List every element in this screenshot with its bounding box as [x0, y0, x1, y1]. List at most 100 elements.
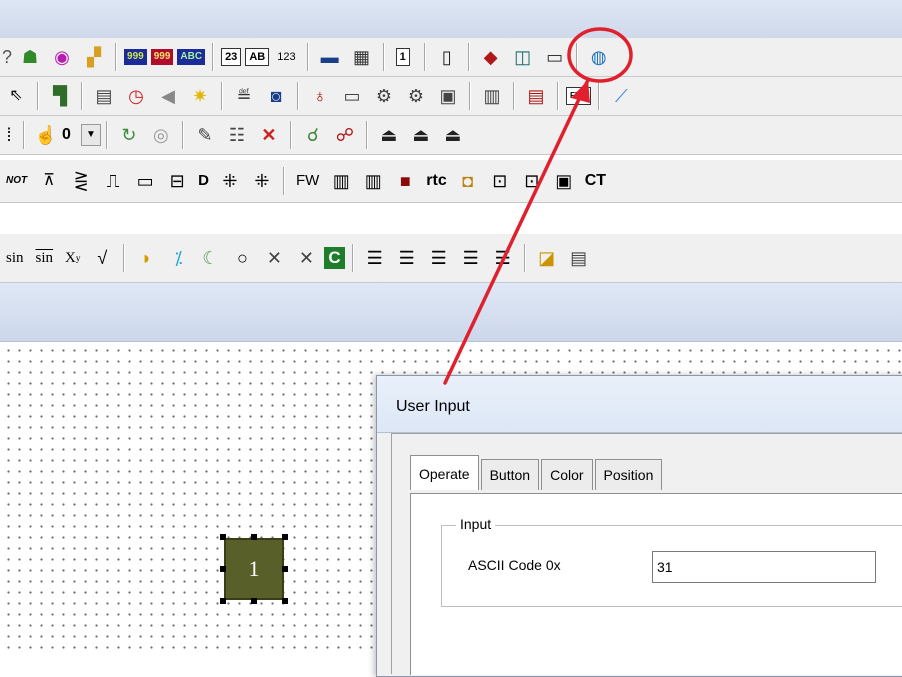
number-box-button[interactable]: 23 — [221, 48, 242, 66]
rotate-icon[interactable]: ↻ — [115, 121, 143, 149]
power-button[interactable]: Xy — [61, 244, 84, 272]
resize-handle[interactable] — [282, 566, 288, 572]
pump-icon[interactable]: ⚙ — [402, 82, 430, 110]
numeric-display-button[interactable]: 999 — [124, 49, 147, 65]
arcsin-button[interactable]: sin — [32, 244, 58, 272]
light-icon[interactable]: ✷ — [186, 82, 214, 110]
network-alt-icon[interactable]: ☍ — [331, 121, 359, 149]
c-block-button[interactable]: C — [324, 247, 345, 269]
list-x-icon[interactable]: ☰ — [425, 244, 453, 272]
cross-pattern-icon[interactable]: ✕ — [260, 244, 288, 272]
wave-icon[interactable]: ☾ — [196, 244, 224, 272]
globe-icon[interactable]: ◍ — [585, 43, 613, 71]
resize-handle[interactable] — [282, 598, 288, 604]
bucket-icon[interactable]: ▜ — [46, 82, 74, 110]
pipe-icon[interactable]: ▭ — [338, 82, 366, 110]
list-z-icon[interactable]: ☰ — [489, 244, 517, 272]
text-display-button[interactable]: ABC — [177, 49, 206, 65]
window-icon[interactable]: ◫ — [509, 43, 537, 71]
text-box-button[interactable]: AB — [245, 48, 270, 66]
motor-icon[interactable]: ⚙ — [370, 82, 398, 110]
list-c-icon[interactable]: ☰ — [393, 244, 421, 272]
list-down-icon[interactable]: ☰ — [457, 244, 485, 272]
dots-icon[interactable]: ⁜ — [216, 167, 244, 195]
frame-icon[interactable]: ▭ — [541, 43, 569, 71]
device-icon[interactable]: ▥ — [478, 82, 506, 110]
open-folder-icon[interactable]: ◪ — [533, 244, 561, 272]
toggle-button-icon[interactable]: ▯ — [433, 43, 461, 71]
tab-button[interactable]: Button — [480, 459, 540, 490]
transfer-alt-icon[interactable]: ⊡ — [518, 167, 546, 195]
resize-handle[interactable] — [220, 534, 226, 540]
box-icon[interactable]: ▭ — [131, 167, 159, 195]
valve-icon[interactable]: ♁ — [306, 82, 334, 110]
cross-pattern-alt-icon[interactable]: ✕ — [292, 244, 320, 272]
d-flipflop-button[interactable]: D — [195, 167, 212, 195]
eraser-icon[interactable]: ◆ — [477, 43, 505, 71]
dots-alt-icon[interactable]: ⁜ — [248, 167, 276, 195]
dialog-title[interactable]: User Input — [377, 376, 902, 433]
percent-icon[interactable]: ⁒ — [164, 244, 192, 272]
resize-handle[interactable] — [251, 598, 257, 604]
keypad-icon[interactable]: ▦ — [348, 43, 376, 71]
not-gate-button[interactable]: NOT — [2, 167, 31, 195]
number-input-button[interactable]: 123 — [273, 43, 299, 71]
clock-icon[interactable]: ◷ — [122, 82, 150, 110]
user-input-button[interactable]: 1 — [395, 48, 410, 66]
trend-chart-icon[interactable]: ⟋ — [607, 82, 635, 110]
flag-icon[interactable]: ▞ — [80, 43, 108, 71]
calendar-icon[interactable]: ▤ — [90, 82, 118, 110]
gauge-icon[interactable]: ◙ — [262, 82, 290, 110]
sin-button[interactable]: sin — [2, 244, 28, 272]
tab-position[interactable]: Position — [594, 459, 663, 490]
barcode-icon[interactable]: ▥ — [327, 167, 355, 195]
ct-button[interactable]: CT — [582, 167, 609, 195]
rtc-button[interactable]: rtc — [423, 167, 449, 195]
upload-alt-icon[interactable]: ⏏ — [407, 121, 435, 149]
bars-icon[interactable]: ▥ — [359, 167, 387, 195]
list-e-icon[interactable]: ☰ — [361, 244, 389, 272]
timer-icon[interactable]: ⊟ — [163, 167, 191, 195]
save-icon[interactable]: ▤ — [565, 244, 593, 272]
delete-icon[interactable]: ✕ — [255, 121, 283, 149]
speaker-icon[interactable]: ◀ — [154, 82, 182, 110]
marker-icon[interactable]: ▣ — [550, 167, 578, 195]
download-icon[interactable]: ⏏ — [439, 121, 467, 149]
gate-icon[interactable]: ⊼ — [35, 167, 63, 195]
resize-handle[interactable] — [251, 534, 257, 540]
numeric-display-red-button[interactable]: 999 — [150, 49, 174, 65]
cup-icon[interactable]: ☗ — [16, 43, 44, 71]
meter-icon[interactable]: ≝ — [230, 82, 258, 110]
tab-operate[interactable]: Operate — [410, 455, 479, 490]
tab-color[interactable]: Color — [541, 459, 593, 490]
circle-icon[interactable]: ○ — [228, 244, 256, 272]
pulse-icon[interactable]: ⎍ — [99, 167, 127, 195]
grid-icon[interactable]: ⁞ — [2, 121, 16, 149]
report-icon[interactable]: ▤ — [522, 82, 550, 110]
properties-icon[interactable]: ☷ — [223, 121, 251, 149]
value-dropdown[interactable]: 0 ▼ — [62, 124, 101, 146]
resize-handle[interactable] — [282, 534, 288, 540]
upload-icon[interactable]: ⏏ — [375, 121, 403, 149]
transfer-icon[interactable]: ⊡ — [486, 167, 514, 195]
resize-handle[interactable] — [220, 598, 226, 604]
network-icon[interactable]: ☌ — [299, 121, 327, 149]
keyboard-icon[interactable]: ▬ — [316, 43, 344, 71]
tank-icon[interactable]: ▣ — [434, 82, 462, 110]
stop-icon[interactable]: ■ — [391, 167, 419, 195]
chip-icon[interactable]: ◘ — [454, 167, 482, 195]
fmn-button[interactable]: FMN — [566, 87, 592, 105]
ascii-code-field[interactable]: 31 — [652, 551, 876, 583]
hand-icon[interactable]: ☝ — [32, 121, 60, 149]
sqrt-icon[interactable]: √ — [88, 244, 116, 272]
new-item-icon[interactable]: ✎ — [191, 121, 219, 149]
chevron-down-icon[interactable]: ▼ — [80, 124, 101, 146]
shape-icon[interactable]: ◗ — [132, 244, 160, 272]
fw-button[interactable]: FW — [292, 167, 323, 195]
user-input-component[interactable]: 1 — [220, 534, 288, 604]
question-icon[interactable]: ? — [2, 43, 12, 71]
resize-handle[interactable] — [220, 566, 226, 572]
compare-icon[interactable]: ⋛ — [67, 167, 95, 195]
ring-icon[interactable]: ◉ — [48, 43, 76, 71]
pointer-icon[interactable]: ⇖ — [2, 82, 30, 110]
